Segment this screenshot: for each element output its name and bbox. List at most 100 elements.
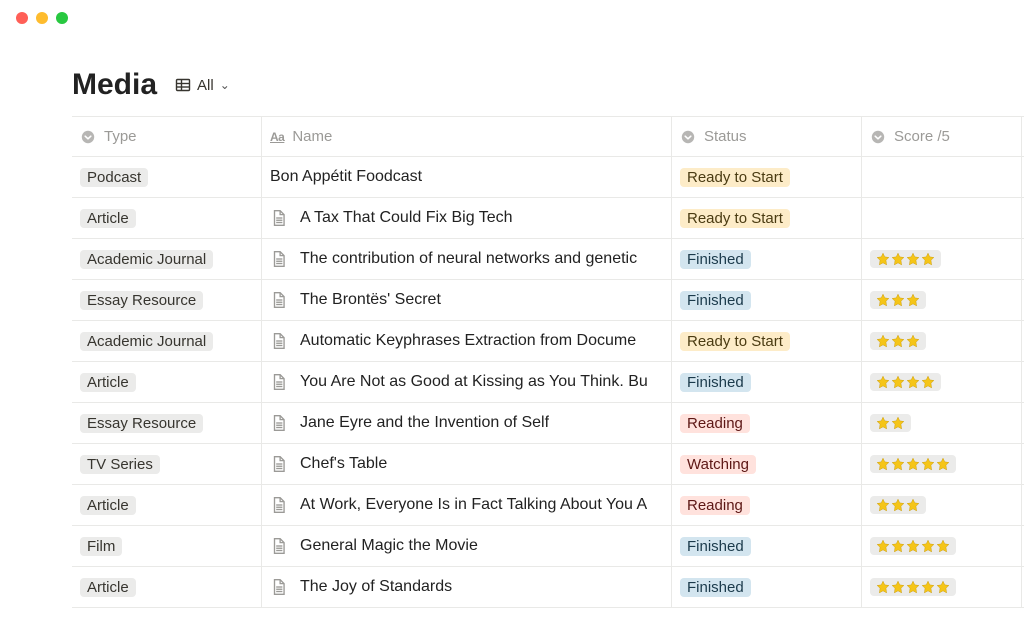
page-icon	[270, 414, 288, 432]
cell-name[interactable]: The Brontës' Secret	[262, 280, 672, 320]
star-icon	[906, 580, 920, 594]
cell-score[interactable]	[862, 485, 1022, 525]
table-row[interactable]: Article A Tax That Could Fix Big TechRea…	[72, 198, 1024, 239]
page-icon	[270, 578, 288, 596]
score-stars	[870, 578, 956, 596]
col-header-type[interactable]: Type	[72, 117, 262, 156]
cell-score[interactable]	[862, 444, 1022, 484]
status-pill: Ready to Start	[680, 168, 790, 187]
cell-type[interactable]: Podcast	[72, 157, 262, 197]
table-row[interactable]: Article The Joy of Standards Finished	[72, 567, 1024, 608]
col-header-name[interactable]: Aa Name	[262, 117, 672, 156]
score-stars	[870, 455, 956, 473]
cell-score[interactable]	[862, 198, 1022, 238]
star-icon	[906, 457, 920, 471]
cell-type[interactable]: Article	[72, 198, 262, 238]
score-stars	[870, 250, 941, 268]
table-row[interactable]: TV Series Chef's TableWatching	[72, 444, 1024, 485]
table-row[interactable]: Academic Journal Automatic Keyphrases Ex…	[72, 321, 1024, 362]
cell-score[interactable]	[862, 403, 1022, 443]
col-header-type-label: Type	[104, 128, 137, 145]
cell-status[interactable]: Ready to Start	[672, 198, 862, 238]
cell-type[interactable]: Film	[72, 526, 262, 566]
page-icon	[270, 209, 288, 227]
type-tag: TV Series	[80, 455, 160, 474]
window-close-button[interactable]	[16, 12, 28, 24]
star-icon	[876, 580, 890, 594]
cell-status[interactable]: Finished	[672, 526, 862, 566]
star-icon	[906, 252, 920, 266]
cell-type[interactable]: Academic Journal	[72, 321, 262, 361]
star-icon	[876, 498, 890, 512]
cell-score[interactable]	[862, 157, 1022, 197]
row-title: You Are Not as Good at Kissing as You Th…	[300, 373, 648, 391]
cell-score[interactable]	[862, 567, 1022, 607]
cell-name[interactable]: The contribution of neural networks and …	[262, 239, 672, 279]
page-icon	[270, 250, 288, 268]
window-zoom-button[interactable]	[56, 12, 68, 24]
col-header-score[interactable]: Score /5	[862, 117, 1022, 156]
cell-name[interactable]: Chef's Table	[262, 444, 672, 484]
status-pill: Finished	[680, 373, 751, 392]
star-icon	[906, 539, 920, 553]
cell-status[interactable]: Ready to Start	[672, 157, 862, 197]
page-icon	[270, 537, 288, 555]
cell-name[interactable]: Automatic Keyphrases Extraction from Doc…	[262, 321, 672, 361]
title-icon: Aa	[270, 130, 284, 144]
cell-status[interactable]: Finished	[672, 280, 862, 320]
table-row[interactable]: Article You Are Not as Good at Kissing a…	[72, 362, 1024, 403]
star-icon	[891, 375, 905, 389]
cell-type[interactable]: Article	[72, 485, 262, 525]
cell-type[interactable]: Essay Resource	[72, 280, 262, 320]
cell-status[interactable]: Reading	[672, 485, 862, 525]
row-title: The Joy of Standards	[300, 578, 452, 596]
cell-type[interactable]: Essay Resource	[72, 403, 262, 443]
table-row[interactable]: Academic Journal The contribution of neu…	[72, 239, 1024, 280]
cell-name[interactable]: A Tax That Could Fix Big Tech	[262, 198, 672, 238]
cell-status[interactable]: Watching	[672, 444, 862, 484]
table-row[interactable]: Essay Resource Jane Eyre and the Inventi…	[72, 403, 1024, 444]
status-pill: Reading	[680, 414, 750, 433]
type-tag: Academic Journal	[80, 332, 213, 351]
window-minimize-button[interactable]	[36, 12, 48, 24]
col-header-score-label: Score /5	[894, 128, 950, 145]
cell-status[interactable]: Finished	[672, 362, 862, 402]
cell-score[interactable]	[862, 280, 1022, 320]
table-row[interactable]: PodcastBon Appétit Foodcast Ready to Star…	[72, 157, 1024, 198]
cell-status[interactable]: Finished	[672, 239, 862, 279]
cell-name[interactable]: General Magic the Movie	[262, 526, 672, 566]
cell-type[interactable]: TV Series	[72, 444, 262, 484]
type-tag: Academic Journal	[80, 250, 213, 269]
cell-name[interactable]: You Are Not as Good at Kissing as You Th…	[262, 362, 672, 402]
cell-score[interactable]	[862, 321, 1022, 361]
score-stars	[870, 414, 911, 432]
cell-type[interactable]: Article	[72, 567, 262, 607]
view-switcher[interactable]: All ⌄	[175, 77, 230, 94]
select-icon	[870, 129, 886, 145]
table-row[interactable]: Essay Resource The Brontës' SecretFinish…	[72, 280, 1024, 321]
star-icon	[876, 334, 890, 348]
cell-status[interactable]: Ready to Start	[672, 321, 862, 361]
col-header-status[interactable]: Status	[672, 117, 862, 156]
cell-type[interactable]: Academic Journal	[72, 239, 262, 279]
cell-status[interactable]: Reading	[672, 403, 862, 443]
cell-status[interactable]: Finished	[672, 567, 862, 607]
cell-score[interactable]	[862, 526, 1022, 566]
col-header-status-label: Status	[704, 128, 747, 145]
cell-name[interactable]: Jane Eyre and the Invention of Self	[262, 403, 672, 443]
cell-name[interactable]: Bon Appétit Foodcast	[262, 157, 672, 197]
cell-name[interactable]: At Work, Everyone Is in Fact Talking Abo…	[262, 485, 672, 525]
cell-name[interactable]: The Joy of Standards	[262, 567, 672, 607]
type-tag: Film	[80, 537, 122, 556]
cell-score[interactable]	[862, 239, 1022, 279]
row-title: General Magic the Movie	[300, 537, 478, 555]
star-icon	[876, 252, 890, 266]
cell-type[interactable]: Article	[72, 362, 262, 402]
cell-score[interactable]	[862, 362, 1022, 402]
table-row[interactable]: Article At Work, Everyone Is in Fact Tal…	[72, 485, 1024, 526]
table-row[interactable]: Film General Magic the Movie Finished	[72, 526, 1024, 567]
star-icon	[891, 539, 905, 553]
star-icon	[876, 416, 890, 430]
star-icon	[906, 334, 920, 348]
row-title: Jane Eyre and the Invention of Self	[300, 414, 549, 432]
